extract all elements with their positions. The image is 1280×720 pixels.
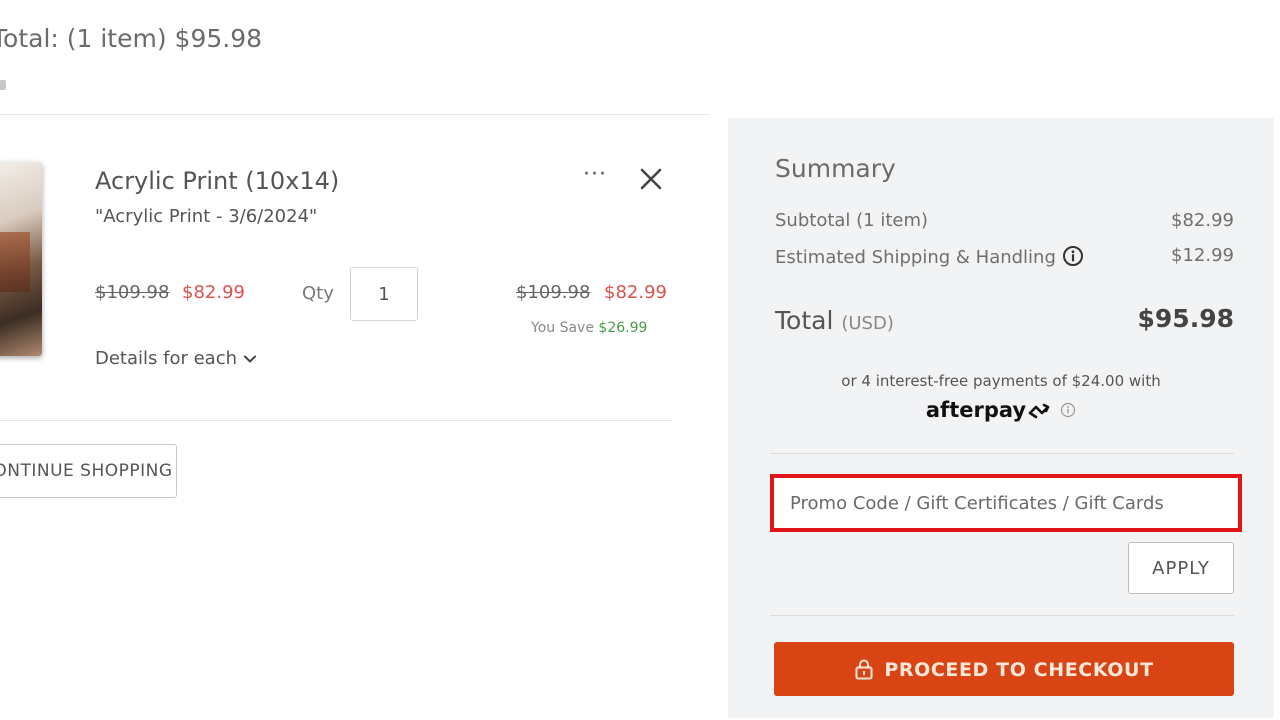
- total-label-group: Total (USD): [775, 306, 894, 335]
- continue-shopping-button[interactable]: CONTINUE SHOPPING: [0, 444, 177, 498]
- shipping-value: $12.99: [1171, 245, 1234, 266]
- item-description: "Acrylic Print - 3/6/2024": [95, 206, 318, 227]
- line-sale-price: $82.99: [604, 282, 667, 303]
- more-options-button[interactable]: ···: [578, 164, 612, 192]
- promo-code-input[interactable]: [774, 478, 1238, 528]
- shipping-label: Estimated Shipping & Handling: [775, 247, 1056, 268]
- you-save-text: You Save $26.99: [531, 320, 647, 336]
- afterpay-loop-icon: [1028, 403, 1050, 419]
- info-icon[interactable]: [1060, 402, 1076, 418]
- total-label: Total: [775, 306, 834, 335]
- divider: [0, 420, 672, 421]
- details-toggle[interactable]: Details for each: [95, 348, 257, 369]
- order-summary-panel: Summary Subtotal (1 item) $82.99 Estimat…: [728, 118, 1274, 718]
- line-original-price: $109.98: [516, 282, 591, 303]
- info-icon[interactable]: [1062, 245, 1084, 267]
- details-label: Details for each: [95, 348, 238, 369]
- subtotal-value: $82.99: [1171, 210, 1234, 231]
- remove-item-button[interactable]: [636, 164, 666, 194]
- afterpay-brand: afterpay: [925, 398, 1027, 422]
- unit-original-price: $109.98: [95, 282, 170, 303]
- divider: [770, 615, 1234, 616]
- product-thumbnail[interactable]: [0, 162, 42, 356]
- more-horizontal-icon: ···: [583, 162, 607, 187]
- qty-label: Qty: [302, 283, 334, 304]
- chevron-down-icon: [244, 355, 257, 363]
- afterpay-logo[interactable]: afterpay: [728, 398, 1274, 422]
- you-save-label: You Save: [531, 320, 594, 336]
- cart-subtext-fragment: [0, 80, 8, 92]
- divider: [770, 453, 1234, 454]
- divider: [0, 114, 710, 115]
- afterpay-message: or 4 interest-free payments of $24.00 wi…: [841, 372, 1161, 390]
- you-save-amount: $26.99: [598, 320, 648, 336]
- close-icon: [640, 168, 662, 190]
- total-value: $95.98: [1137, 304, 1234, 333]
- checkout-label: PROCEED TO CHECKOUT: [884, 658, 1154, 681]
- proceed-to-checkout-button[interactable]: PROCEED TO CHECKOUT: [774, 642, 1234, 696]
- lock-icon: [855, 659, 873, 679]
- total-currency: (USD): [841, 313, 894, 334]
- shipping-row: Estimated Shipping & Handling: [775, 245, 1084, 268]
- summary-title: Summary: [775, 154, 896, 183]
- cart-title: Total: (1 item) $95.98: [0, 24, 263, 53]
- unit-sale-price: $82.99: [182, 282, 245, 303]
- promo-code-field-highlight: [770, 474, 1242, 532]
- apply-button[interactable]: APPLY: [1128, 542, 1234, 594]
- quantity-input[interactable]: [350, 267, 418, 321]
- item-name[interactable]: Acrylic Print (10x14): [95, 167, 339, 195]
- subtotal-label: Subtotal (1 item): [775, 210, 929, 231]
